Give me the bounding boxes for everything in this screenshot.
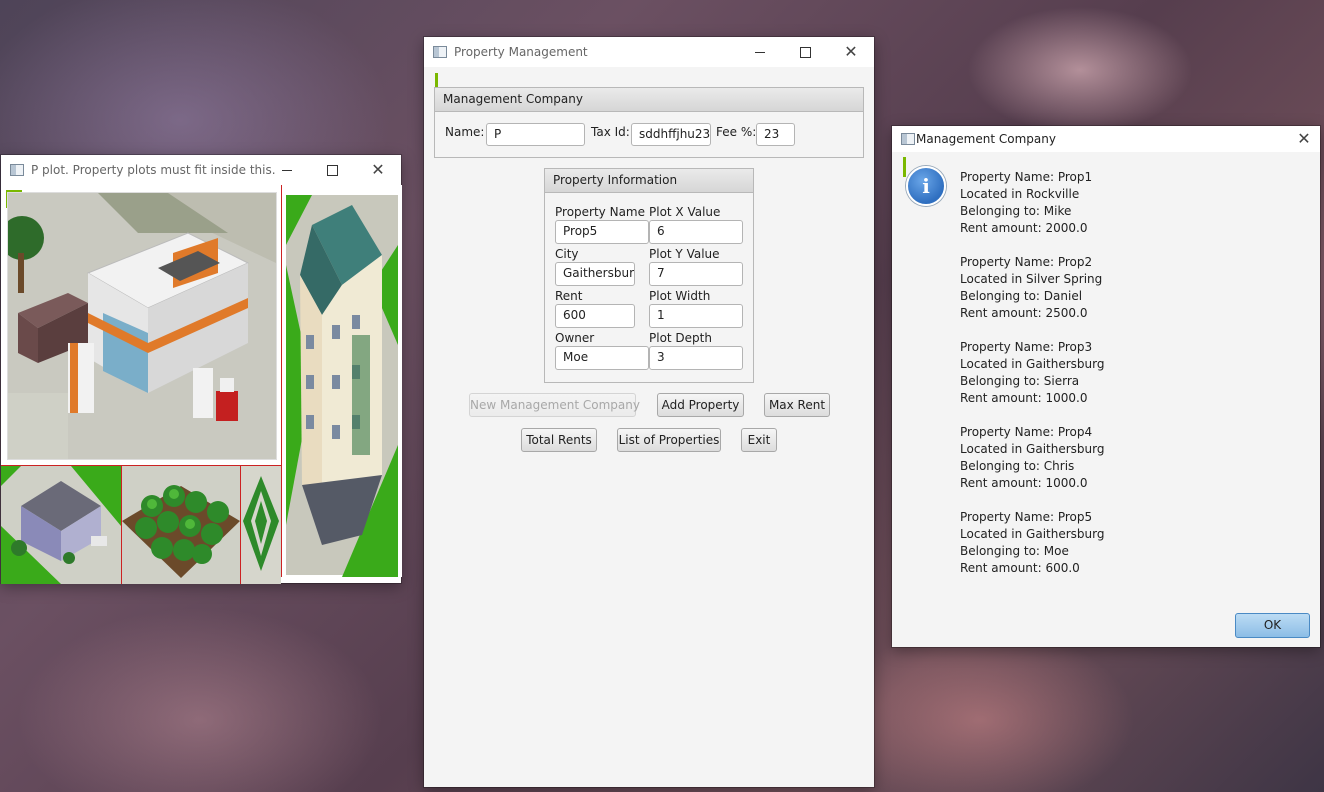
- plot-window-titlebar[interactable]: P plot. Property plots must fit inside t…: [1, 155, 401, 185]
- property-rent-line: Rent amount: 2500.0: [960, 306, 1088, 320]
- garden-illustration: [241, 466, 281, 584]
- property-information-pane: Property Information Property Name Prop5…: [544, 168, 754, 383]
- property-name-line: Property Name: Prop3: [960, 340, 1093, 354]
- close-button[interactable]: ✕: [1288, 126, 1320, 152]
- forest-illustration: [122, 466, 240, 584]
- rent-label: Rent: [555, 289, 583, 303]
- owner-input[interactable]: Moe: [555, 346, 649, 370]
- plot-tile-forest: [122, 465, 241, 584]
- plot-window-title: P plot. Property plots must fit inside t…: [31, 163, 276, 177]
- plot-width-input[interactable]: 1: [649, 304, 743, 328]
- total-rents-button[interactable]: Total Rents: [521, 428, 597, 452]
- property-owner-line: Belonging to: Chris: [960, 459, 1075, 473]
- property-rent-line: Rent amount: 1000.0: [960, 391, 1088, 405]
- exit-button[interactable]: Exit: [741, 428, 777, 452]
- add-property-button[interactable]: Add Property: [657, 393, 744, 417]
- max-rent-button[interactable]: Max Rent: [764, 393, 830, 417]
- property-rent-line: Rent amount: 1000.0: [960, 476, 1088, 490]
- property-name-input[interactable]: Prop5: [555, 220, 649, 244]
- tax-id-input[interactable]: sddhffjhu23: [631, 123, 711, 146]
- property-name-line: Property Name: Prop1: [960, 170, 1093, 184]
- property-name-label: Property Name: [555, 205, 645, 219]
- plot-tile-apartment: [281, 185, 402, 577]
- fee-input[interactable]: 23: [756, 123, 795, 146]
- plot-x-label: Plot X Value: [649, 205, 721, 219]
- maximize-button[interactable]: [316, 157, 348, 183]
- info-icon: i: [906, 166, 946, 206]
- city-input[interactable]: Gaithersburg: [555, 262, 635, 286]
- property-owner-line: Belonging to: Moe: [960, 544, 1069, 558]
- app-icon: [10, 164, 24, 176]
- name-label: Name:: [445, 125, 485, 139]
- property-city-line: Located in Silver Spring: [960, 272, 1103, 286]
- plot-tile-garden: [241, 465, 281, 584]
- management-company-dialog: Management Company ✕ i Property Name: Pr…: [892, 126, 1320, 647]
- property-information-header[interactable]: Property Information: [545, 169, 753, 193]
- minimize-button[interactable]: [744, 39, 776, 65]
- close-button[interactable]: ✕: [835, 39, 867, 65]
- gas-station-illustration: [8, 193, 276, 459]
- plot-width-label: Plot Width: [649, 289, 711, 303]
- plot-tile-gas-station: [7, 192, 277, 460]
- tax-id-label: Tax Id:: [591, 125, 630, 139]
- management-company-pane: Management Company Name: P Tax Id: sddhf…: [434, 87, 864, 158]
- close-button[interactable]: ✕: [362, 157, 394, 183]
- plot-y-label: Plot Y Value: [649, 247, 720, 261]
- focus-indicator: [903, 157, 906, 177]
- rent-input[interactable]: 600: [555, 304, 635, 328]
- fee-label: Fee %:: [716, 125, 757, 139]
- app-icon: [433, 46, 447, 58]
- property-name-line: Property Name: Prop2: [960, 255, 1093, 269]
- list-of-properties-button[interactable]: List of Properties: [617, 428, 721, 452]
- city-label: City: [555, 247, 579, 261]
- app-icon: [901, 133, 915, 145]
- main-window-titlebar[interactable]: Property Management ✕: [424, 37, 874, 67]
- plot-depth-label: Plot Depth: [649, 331, 712, 345]
- plot-tile-house: [1, 465, 122, 584]
- company-name-input[interactable]: P: [486, 123, 585, 146]
- property-rent-line: Rent amount: 2000.0: [960, 221, 1088, 235]
- minimize-button[interactable]: [271, 157, 303, 183]
- property-city-line: Located in Gaithersburg: [960, 357, 1105, 371]
- property-owner-line: Belonging to: Sierra: [960, 374, 1080, 388]
- ok-button[interactable]: OK: [1235, 613, 1310, 638]
- new-management-company-button[interactable]: New Management Company: [469, 393, 640, 417]
- property-city-line: Located in Gaithersburg: [960, 442, 1105, 456]
- management-company-header[interactable]: Management Company: [435, 88, 863, 112]
- owner-label: Owner: [555, 331, 595, 345]
- house-illustration: [1, 466, 121, 584]
- property-rent-line: Rent amount: 600.0: [960, 561, 1080, 575]
- property-management-window: Property Management ✕ Management Company…: [424, 37, 874, 787]
- plot-window: P plot. Property plots must fit inside t…: [1, 155, 402, 584]
- property-city-line: Located in Rockville: [960, 187, 1080, 201]
- plot-y-input[interactable]: 7: [649, 262, 743, 286]
- maximize-button[interactable]: [789, 39, 821, 65]
- property-owner-line: Belonging to: Daniel: [960, 289, 1083, 303]
- property-name-line: Property Name: Prop5: [960, 510, 1093, 524]
- plot-x-input[interactable]: 6: [649, 220, 743, 244]
- plot-depth-input[interactable]: 3: [649, 346, 743, 370]
- property-name-line: Property Name: Prop4: [960, 425, 1093, 439]
- property-owner-line: Belonging to: Mike: [960, 204, 1072, 218]
- apartment-illustration: [282, 185, 402, 577]
- dialog-title: Management Company: [916, 132, 1056, 146]
- property-city-line: Located in Gaithersburg: [960, 527, 1105, 541]
- info-icon-glyph: i: [922, 174, 930, 198]
- dialog-titlebar[interactable]: Management Company ✕: [892, 126, 1320, 152]
- main-window-title: Property Management: [454, 45, 588, 59]
